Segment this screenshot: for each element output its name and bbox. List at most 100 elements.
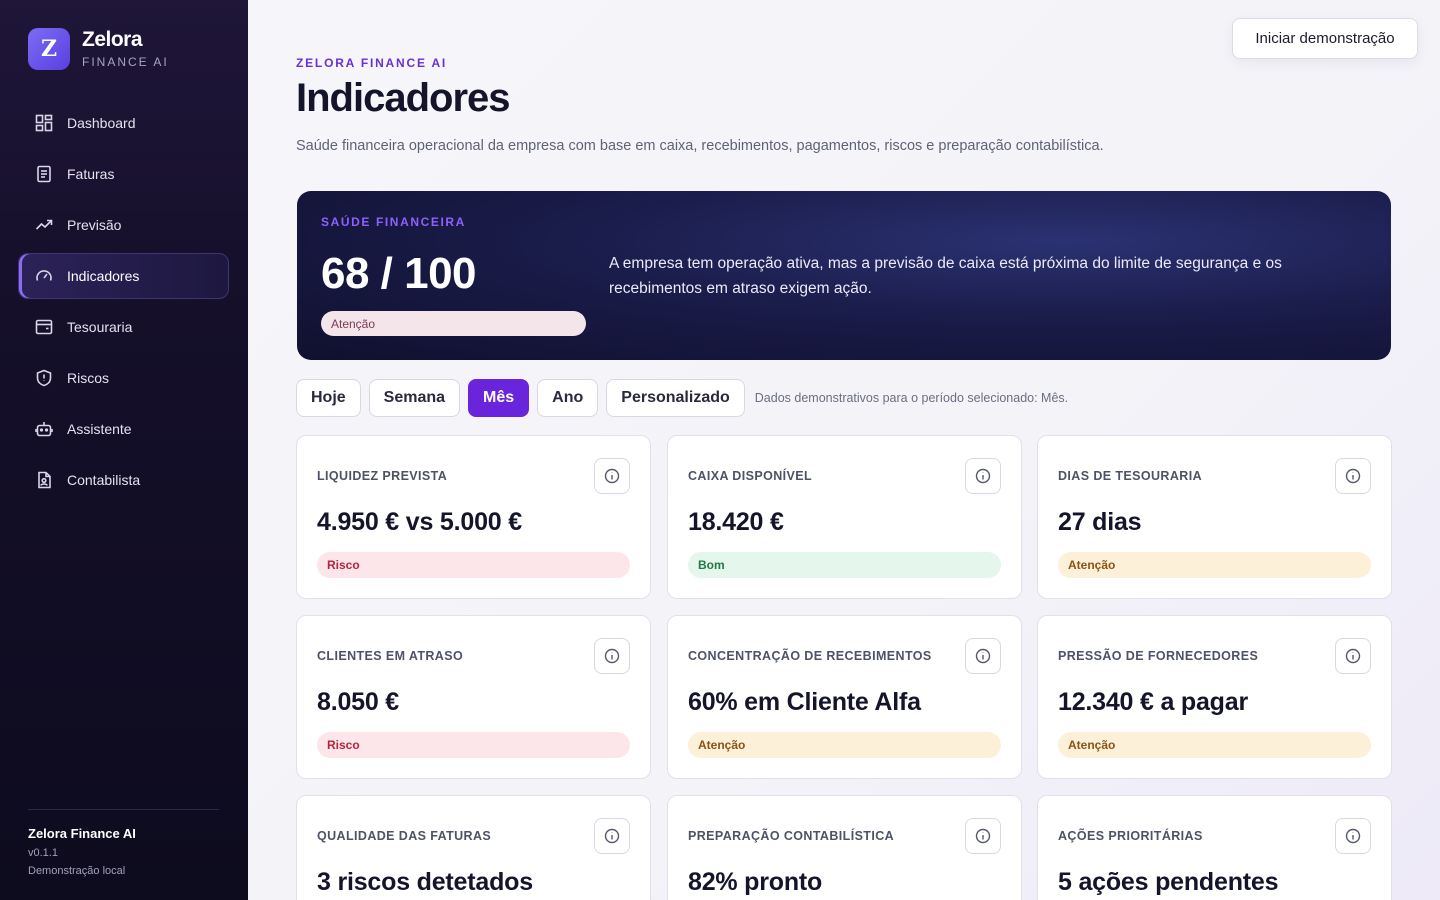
sidebar-item-label: Riscos xyxy=(67,370,110,386)
info-button[interactable] xyxy=(594,638,630,674)
card-value: 12.340 € a pagar xyxy=(1058,688,1248,716)
card-value: 60% em Cliente Alfa xyxy=(688,688,921,716)
start-demo-button[interactable]: Iniciar demonstração xyxy=(1232,18,1418,59)
indicator-card-liquidez: LIQUIDEZ PREVISTA 4.950 € vs 5.000 € Ris… xyxy=(296,435,651,599)
health-score: 68 / 100 xyxy=(321,249,477,298)
sidebar-item-dashboard[interactable]: Dashboard xyxy=(18,100,229,146)
status-badge: Bom xyxy=(688,552,1001,578)
card-label: LIQUIDEZ PREVISTA xyxy=(317,469,448,483)
sidebar-item-faturas[interactable]: Faturas xyxy=(18,151,229,197)
card-label: PRESSÃO DE FORNECEDORES xyxy=(1058,649,1259,663)
footer-mode: Demonstração local xyxy=(28,865,126,877)
sidebar-item-label: Faturas xyxy=(67,166,115,182)
card-value: 3 riscos detetados xyxy=(317,868,533,896)
card-value: 5 ações pendentes xyxy=(1058,868,1279,896)
info-icon xyxy=(604,468,620,484)
brand-subtitle: FINANCE AI xyxy=(82,55,169,69)
period-filter: Hoje Semana Mês Ano Personalizado Dados … xyxy=(296,379,1068,417)
shield-icon xyxy=(35,369,53,387)
info-icon xyxy=(604,648,620,664)
sidebar-item-contabilista[interactable]: Contabilista xyxy=(18,457,229,503)
indicator-card-acoes: AÇÕES PRIORITÁRIAS 5 ações pendentes xyxy=(1037,795,1392,900)
page-eyebrow: ZELORA FINANCE AI xyxy=(296,56,448,70)
sidebar-item-label: Indicadores xyxy=(67,268,140,284)
info-button[interactable] xyxy=(965,818,1001,854)
filter-mes-button[interactable]: Mês xyxy=(468,379,530,417)
info-icon xyxy=(1345,828,1361,844)
info-icon xyxy=(975,468,991,484)
sidebar-item-assistente[interactable]: Assistente xyxy=(18,406,229,452)
filter-ano-button[interactable]: Ano xyxy=(537,379,599,417)
card-value: 8.050 € xyxy=(317,688,400,716)
indicator-card-qualidade-faturas: QUALIDADE DAS FATURAS 3 riscos detetados xyxy=(296,795,651,900)
sidebar: Z Zelora FINANCE AI Dashboard Faturas Pr… xyxy=(0,0,248,900)
info-button[interactable] xyxy=(1335,818,1371,854)
status-badge: Atenção xyxy=(688,732,1001,758)
brand-logo: Z xyxy=(28,28,70,70)
info-button[interactable] xyxy=(594,818,630,854)
indicator-card-caixa: CAIXA DISPONÍVEL 18.420 € Bom xyxy=(667,435,1022,599)
bot-icon xyxy=(35,420,53,438)
info-button[interactable] xyxy=(594,458,630,494)
filter-personalizado-button[interactable]: Personalizado xyxy=(606,379,745,417)
page-description: Saúde financeira operacional da empresa … xyxy=(296,138,1104,154)
info-button[interactable] xyxy=(965,458,1001,494)
sidebar-item-indicadores[interactable]: Indicadores xyxy=(18,253,229,299)
info-icon xyxy=(975,828,991,844)
status-badge: Atenção xyxy=(1058,732,1371,758)
status-badge: Risco xyxy=(317,732,630,758)
filter-hoje-button[interactable]: Hoje xyxy=(296,379,361,417)
indicator-card-preparacao: PREPARAÇÃO CONTABILÍSTICA 82% pronto xyxy=(667,795,1022,900)
card-label: PREPARAÇÃO CONTABILÍSTICA xyxy=(688,829,895,843)
sidebar-item-label: Assistente xyxy=(67,421,132,437)
wallet-icon xyxy=(35,318,53,336)
page-title: Indicadores xyxy=(296,76,511,120)
health-eyebrow: SAÚDE FINANCEIRA xyxy=(321,215,466,229)
info-icon xyxy=(604,828,620,844)
status-badge: Risco xyxy=(317,552,630,578)
card-label: CONCENTRAÇÃO DE RECEBIMENTOS xyxy=(688,649,932,663)
card-label: CAIXA DISPONÍVEL xyxy=(688,469,813,483)
filter-semana-button[interactable]: Semana xyxy=(368,379,461,417)
trend-icon xyxy=(35,216,53,234)
sidebar-item-label: Contabilista xyxy=(67,472,141,488)
health-status-badge: Atenção xyxy=(321,311,586,336)
sidebar-item-label: Previsão xyxy=(67,217,122,233)
filter-note: Dados demonstrativos para o período sele… xyxy=(754,391,1069,405)
sidebar-item-riscos[interactable]: Riscos xyxy=(18,355,229,401)
indicator-card-clientes-atraso: CLIENTES EM ATRASO 8.050 € Risco xyxy=(296,615,651,779)
gauge-icon xyxy=(35,267,53,285)
invoice-icon xyxy=(35,165,53,183)
card-value: 4.950 € vs 5.000 € xyxy=(317,508,522,536)
indicator-card-fornecedores: PRESSÃO DE FORNECEDORES 12.340 € a pagar… xyxy=(1037,615,1392,779)
info-button[interactable] xyxy=(1335,458,1371,494)
card-label: CLIENTES EM ATRASO xyxy=(317,649,464,663)
footer-version: v0.1.1 xyxy=(28,847,58,859)
dashboard-icon xyxy=(35,114,53,132)
card-value: 27 dias xyxy=(1058,508,1142,536)
main-content: Iniciar demonstração ZELORA FINANCE AI I… xyxy=(248,0,1440,900)
info-icon xyxy=(1345,648,1361,664)
health-summary: A empresa tem operação ativa, mas a prev… xyxy=(609,255,1282,297)
indicator-card-concentracao: CONCENTRAÇÃO DE RECEBIMENTOS 60% em Clie… xyxy=(667,615,1022,779)
info-button[interactable] xyxy=(965,638,1001,674)
brand[interactable]: Z Zelora FINANCE AI xyxy=(28,28,169,70)
sidebar-nav: Dashboard Faturas Previsão Indicadores T… xyxy=(18,100,229,508)
info-icon xyxy=(975,648,991,664)
info-icon xyxy=(1345,468,1361,484)
sidebar-item-previsao[interactable]: Previsão xyxy=(18,202,229,248)
info-button[interactable] xyxy=(1335,638,1371,674)
card-label: DIAS DE TESOURARIA xyxy=(1058,469,1203,483)
sidebar-item-label: Tesouraria xyxy=(67,319,133,335)
card-value: 18.420 € xyxy=(688,508,784,536)
document-user-icon xyxy=(35,471,53,489)
card-value: 82% pronto xyxy=(688,868,823,896)
status-badge: Atenção xyxy=(1058,552,1371,578)
card-label: QUALIDADE DAS FATURAS xyxy=(317,829,492,843)
card-label: AÇÕES PRIORITÁRIAS xyxy=(1058,829,1203,843)
sidebar-item-tesouraria[interactable]: Tesouraria xyxy=(18,304,229,350)
sidebar-footer: Zelora Finance AI v0.1.1 Demonstração lo… xyxy=(28,809,219,877)
sidebar-item-label: Dashboard xyxy=(67,115,136,131)
indicator-card-dias-tesouraria: DIAS DE TESOURARIA 27 dias Atenção xyxy=(1037,435,1392,599)
financial-health-panel: SAÚDE FINANCEIRA 68 / 100 Atenção A empr… xyxy=(297,191,1391,360)
